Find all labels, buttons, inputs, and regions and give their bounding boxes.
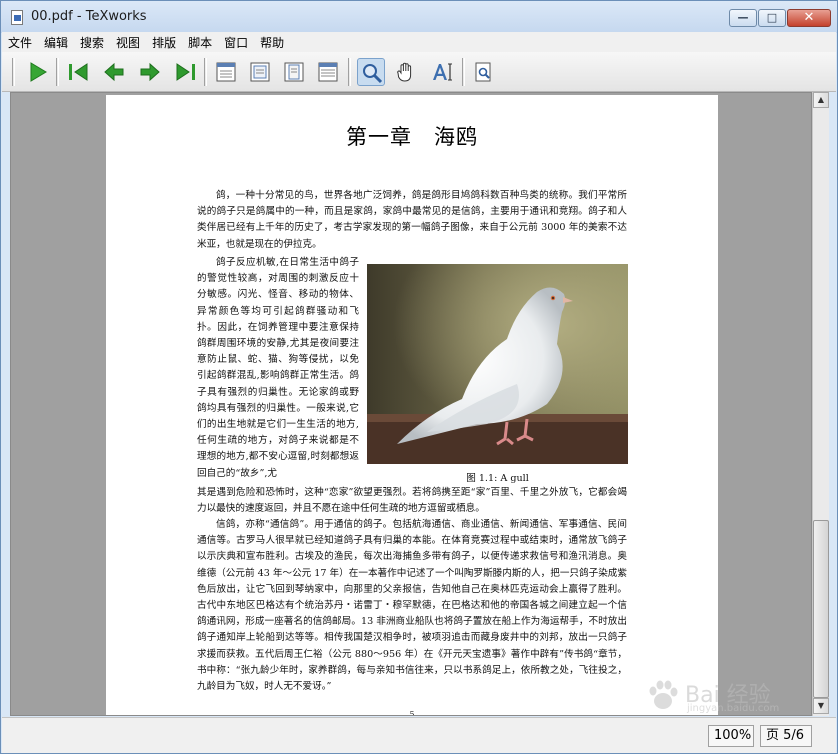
magnifier-icon xyxy=(363,64,383,84)
text-select-icon xyxy=(433,63,452,81)
menu-scripts[interactable]: 脚本 xyxy=(182,32,218,52)
fit-window-button[interactable] xyxy=(314,58,342,86)
paragraph: 鸽子反应机敏,在日常生活中鸽子的警觉性较高，对周围的刺激反应十分敏感。闪光、怪音… xyxy=(197,257,359,479)
arrow-right-icon xyxy=(140,62,160,82)
menu-window[interactable]: 窗口 xyxy=(218,32,254,52)
zoom-level[interactable]: 100% xyxy=(708,725,754,747)
menu-edit[interactable]: 编辑 xyxy=(38,32,74,52)
toolbar-grip[interactable] xyxy=(12,58,15,86)
scroll-up-button[interactable]: ▲ xyxy=(813,92,829,108)
menu-help[interactable]: 帮助 xyxy=(254,32,290,52)
page-position[interactable]: 页 5/6 xyxy=(760,725,812,747)
pigeon-photo xyxy=(367,264,628,464)
find-button[interactable] xyxy=(470,58,498,86)
fit-width-button[interactable] xyxy=(246,58,274,86)
first-page-button[interactable] xyxy=(64,58,92,86)
fit-page-button[interactable] xyxy=(280,58,308,86)
paragraph: 鸽，一种十分常见的鸟，世界各地广泛饲养，鸽是鸽形目鸠鸽科数百种鸟类的统称。我们平… xyxy=(197,190,627,250)
maximize-icon: □ xyxy=(766,11,778,24)
figure-caption: 图 1.1: A gull xyxy=(466,473,529,484)
page-fit-width-icon xyxy=(250,62,270,82)
baidu-paw-logo-icon xyxy=(649,680,678,709)
toolbar-grip[interactable] xyxy=(348,58,351,86)
arrow-up-icon: ▲ xyxy=(817,95,825,104)
toolbar-grip[interactable] xyxy=(462,58,465,86)
magnify-tool-button[interactable] xyxy=(357,58,385,86)
page-actual-size-icon xyxy=(216,62,236,82)
page-number: 5 xyxy=(409,710,415,716)
typeset-button[interactable] xyxy=(24,58,52,86)
toolbar-grip[interactable] xyxy=(56,58,59,86)
page-fit-window-icon xyxy=(318,62,338,82)
menu-search[interactable]: 搜索 xyxy=(74,32,110,52)
menu-typeset[interactable]: 排版 xyxy=(146,32,182,52)
scroll-down-button[interactable]: ▼ xyxy=(813,698,829,714)
pdf-document-icon xyxy=(11,10,23,25)
menu-file[interactable]: 文件 xyxy=(2,32,38,52)
baidu-watermark: Bai 经验 jingyan.baidu.com xyxy=(641,673,811,717)
scrollbar-thumb[interactable] xyxy=(813,520,829,698)
next-page-button[interactable] xyxy=(136,58,164,86)
minimize-button[interactable]: — xyxy=(729,9,757,27)
arrow-left-icon xyxy=(104,62,124,82)
pdf-viewport[interactable]: 第一章 海鸥 鸽，一种十分常见的鸟，世界各地广泛饲养，鸽是鸽形目鸠鸽科数百种鸟类… xyxy=(10,92,812,716)
window-controls: — □ ✕ xyxy=(728,9,831,27)
watermark-url: jingyan.baidu.com xyxy=(687,703,780,714)
vertical-scrollbar[interactable]: ▲ ▼ xyxy=(812,92,829,716)
page-fit-page-icon xyxy=(284,62,304,82)
maximize-button[interactable]: □ xyxy=(758,9,786,27)
first-page-icon xyxy=(69,63,88,81)
select-text-tool-button[interactable] xyxy=(428,58,456,86)
actual-size-button[interactable] xyxy=(212,58,240,86)
toolbar-grip[interactable] xyxy=(204,58,207,86)
arrow-down-icon: ▼ xyxy=(817,701,825,710)
title-bar[interactable]: 00.pdf - TeXworks — □ ✕ xyxy=(1,1,837,33)
close-button[interactable]: ✕ xyxy=(787,9,831,27)
pdf-page: 第一章 海鸥 鸽，一种十分常见的鸟，世界各地广泛饲养，鸽是鸽形目鸠鸽科数百种鸟类… xyxy=(106,95,718,716)
scroll-tool-button[interactable] xyxy=(392,58,420,86)
paragraph: 信鸽，亦称“通信鸽”。用于通信的鸽子。包括航海通信、商业通信、新闻通信、军事通信… xyxy=(197,519,627,693)
chapter-title: 第一章 海鸥 xyxy=(346,125,478,149)
texworks-window: 00.pdf - TeXworks — □ ✕ 文件 编辑 搜索 视图 排版 脚… xyxy=(0,0,838,754)
window-title: 00.pdf - TeXworks xyxy=(31,9,147,24)
toolbar xyxy=(2,52,836,92)
last-page-icon xyxy=(176,63,195,81)
menu-view[interactable]: 视图 xyxy=(110,32,146,52)
last-page-button[interactable] xyxy=(172,58,200,86)
find-document-icon xyxy=(475,62,491,82)
menu-bar: 文件 编辑 搜索 视图 排版 脚本 窗口 帮助 xyxy=(2,32,836,52)
minimize-icon: — xyxy=(737,11,749,24)
play-icon xyxy=(30,62,47,82)
hand-icon xyxy=(397,62,412,82)
close-icon: ✕ xyxy=(803,10,815,25)
status-bar: 100% 页 5/6 xyxy=(2,717,836,753)
paragraph: 其是遇到危险和恐怖时，这种“恋家”欲望更强烈。若将鸽携至距“家”百里、千里之外放… xyxy=(197,487,627,515)
previous-page-button[interactable] xyxy=(100,58,128,86)
